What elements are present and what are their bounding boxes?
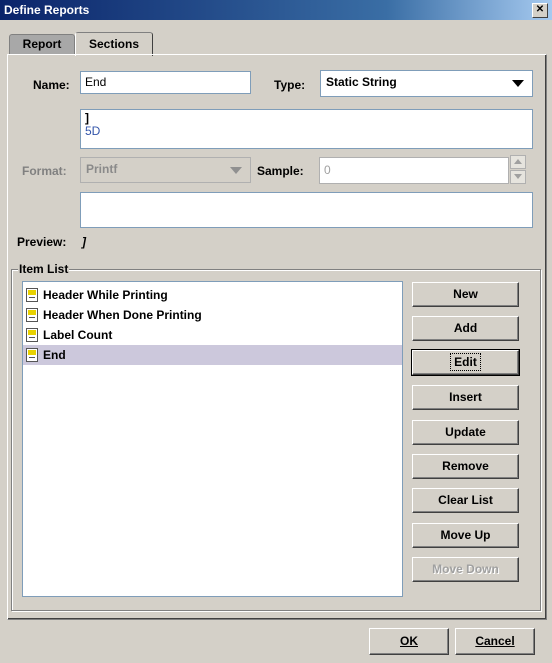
- sample-spinner[interactable]: [510, 155, 526, 184]
- insert-button[interactable]: Insert: [412, 385, 519, 410]
- document-icon: [26, 328, 38, 342]
- new-button[interactable]: New: [412, 282, 519, 307]
- update-button[interactable]: Update: [412, 420, 519, 445]
- format-label: Format:: [22, 164, 67, 178]
- move-up-button[interactable]: Move Up: [412, 523, 519, 548]
- add-button[interactable]: Add: [412, 316, 519, 341]
- clear-list-button[interactable]: Clear List: [412, 488, 519, 513]
- tab-report[interactable]: Report: [9, 34, 75, 55]
- cancel-button[interactable]: Cancel: [455, 628, 535, 655]
- tab-sections[interactable]: Sections: [75, 32, 153, 56]
- chevron-down-icon: [512, 80, 524, 87]
- preview-value: ]: [82, 235, 86, 249]
- list-item-label: Header While Printing: [43, 288, 168, 302]
- close-icon[interactable]: ✕: [532, 3, 548, 18]
- remove-button[interactable]: Remove: [412, 454, 519, 479]
- item-listbox[interactable]: Header While Printing Header When Done P…: [22, 281, 403, 597]
- list-item-label: Label Count: [43, 328, 113, 342]
- list-item-label: End: [43, 348, 66, 362]
- name-field[interactable]: End: [80, 71, 251, 94]
- content-textarea[interactable]: ] 5D: [80, 109, 533, 149]
- chevron-down-icon: [230, 167, 242, 174]
- sample-label: Sample:: [257, 164, 304, 178]
- format-string-textarea[interactable]: [80, 192, 533, 228]
- list-item-selected[interactable]: End: [23, 345, 402, 365]
- document-icon: [26, 348, 38, 362]
- list-item[interactable]: Header When Done Printing: [23, 305, 402, 325]
- content-line-2: 5D: [85, 124, 101, 138]
- ok-button[interactable]: OK: [369, 628, 449, 655]
- content-line-1: ]: [85, 111, 89, 125]
- window-title: Define Reports: [4, 3, 90, 17]
- list-item-label: Header When Done Printing: [43, 308, 202, 322]
- preview-label: Preview:: [17, 235, 67, 249]
- document-icon: [26, 288, 38, 302]
- move-down-button[interactable]: Move Down: [412, 557, 519, 582]
- spin-up-icon[interactable]: [510, 155, 526, 169]
- format-value: Printf: [86, 162, 118, 176]
- type-value: Static String: [326, 75, 397, 89]
- document-icon: [26, 308, 38, 322]
- type-dropdown[interactable]: Static String: [320, 70, 533, 97]
- list-item[interactable]: Label Count: [23, 325, 402, 345]
- type-label: Type:: [274, 78, 306, 92]
- format-dropdown[interactable]: Printf: [80, 157, 251, 183]
- sample-field[interactable]: 0: [319, 157, 509, 184]
- title-bar[interactable]: Define Reports ✕: [0, 0, 552, 20]
- name-label: Name:: [33, 78, 70, 92]
- item-list-legend: Item List: [18, 262, 70, 276]
- edit-button[interactable]: Edit: [411, 349, 520, 376]
- edit-button-label: Edit: [450, 353, 481, 371]
- spin-down-icon[interactable]: [510, 170, 526, 184]
- list-item[interactable]: Header While Printing: [23, 285, 402, 305]
